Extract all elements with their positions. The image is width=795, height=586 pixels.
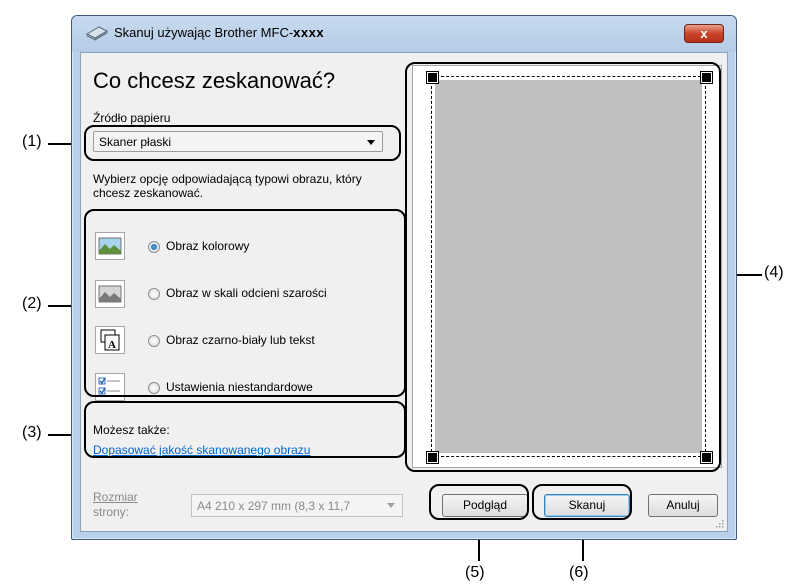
callout-label-4: (4) — [764, 264, 784, 281]
callout-label-6: (6) — [569, 564, 589, 581]
callout-label-3: (3) — [22, 424, 42, 441]
page-title: Co chcesz zeskanować? — [93, 68, 336, 93]
callout-box-2 — [84, 209, 406, 397]
close-button[interactable]: x — [684, 24, 724, 43]
page-size-value: A4 210 x 297 mm (8,3 x 11,7 — [197, 499, 351, 513]
callout-label-5: (5) — [465, 564, 485, 581]
callout-box-5 — [429, 484, 529, 520]
page-size-label-line2: strony: — [93, 505, 130, 519]
callout-box-3 — [84, 401, 406, 458]
cancel-button[interactable]: Anuluj — [648, 494, 718, 517]
callout-box-4 — [405, 62, 721, 472]
page-size-label-line1: Rozmiar — [93, 490, 138, 504]
page-size-label: Rozmiar strony: — [93, 490, 138, 520]
title-bar[interactable]: Skanuj używając Brother MFC-xxxx x — [72, 16, 736, 52]
resize-grip-icon[interactable] — [714, 518, 724, 528]
page-size-dropdown[interactable]: A4 210 x 297 mm (8,3 x 11,7 — [191, 494, 403, 517]
window-title: Skanuj używając Brother MFC-xxxx — [114, 25, 325, 40]
callout-box-1 — [84, 125, 401, 161]
chevron-down-icon — [387, 503, 395, 508]
callout-label-1: (1) — [22, 133, 42, 150]
callout-label-2: (2) — [22, 295, 42, 312]
paper-source-label: Źródło papieru — [93, 111, 171, 125]
instruction-text: Wybierz opcję odpowiadającą typowi obraz… — [93, 172, 362, 200]
callout-box-6 — [532, 484, 632, 520]
scanner-icon — [86, 26, 108, 41]
